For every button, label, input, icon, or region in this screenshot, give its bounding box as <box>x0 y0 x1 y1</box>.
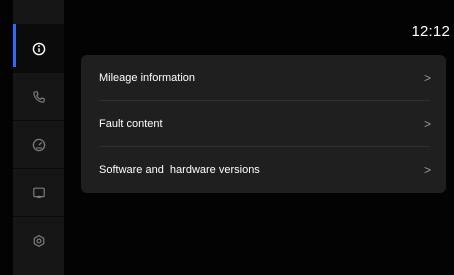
sidebar-item-screen[interactable] <box>13 168 64 216</box>
settings-gear-icon <box>32 234 46 248</box>
chevron-right-icon: > <box>424 162 432 177</box>
chevron-right-icon: > <box>424 70 432 85</box>
vehicle-info-screen: 12:12 Mileage information > Fault conten… <box>0 0 454 275</box>
menu-item-software-hardware-versions[interactable]: Software and hardware versions > <box>81 147 446 192</box>
sidebar <box>13 0 64 275</box>
status-clock: 12:12 <box>411 23 450 40</box>
menu-item-label: Fault content <box>99 117 163 130</box>
sidebar-item-phone[interactable] <box>13 72 64 120</box>
sidebar-item-info[interactable] <box>13 24 64 72</box>
menu-item-label: Mileage information <box>99 71 195 84</box>
info-icon <box>32 42 46 56</box>
gauge-icon <box>32 138 46 152</box>
sidebar-item-settings[interactable] <box>13 216 64 264</box>
settings-menu-panel: Mileage information > Fault content > So… <box>81 55 446 193</box>
active-tab-indicator <box>13 24 16 67</box>
screen-cast-icon <box>32 186 46 200</box>
menu-item-fault-content[interactable]: Fault content > <box>81 101 446 146</box>
sidebar-item-gauge[interactable] <box>13 120 64 168</box>
menu-item-mileage-information[interactable]: Mileage information > <box>81 55 446 100</box>
chevron-right-icon: > <box>424 116 432 131</box>
phone-icon <box>32 90 46 104</box>
menu-item-label: Software and hardware versions <box>99 163 260 176</box>
